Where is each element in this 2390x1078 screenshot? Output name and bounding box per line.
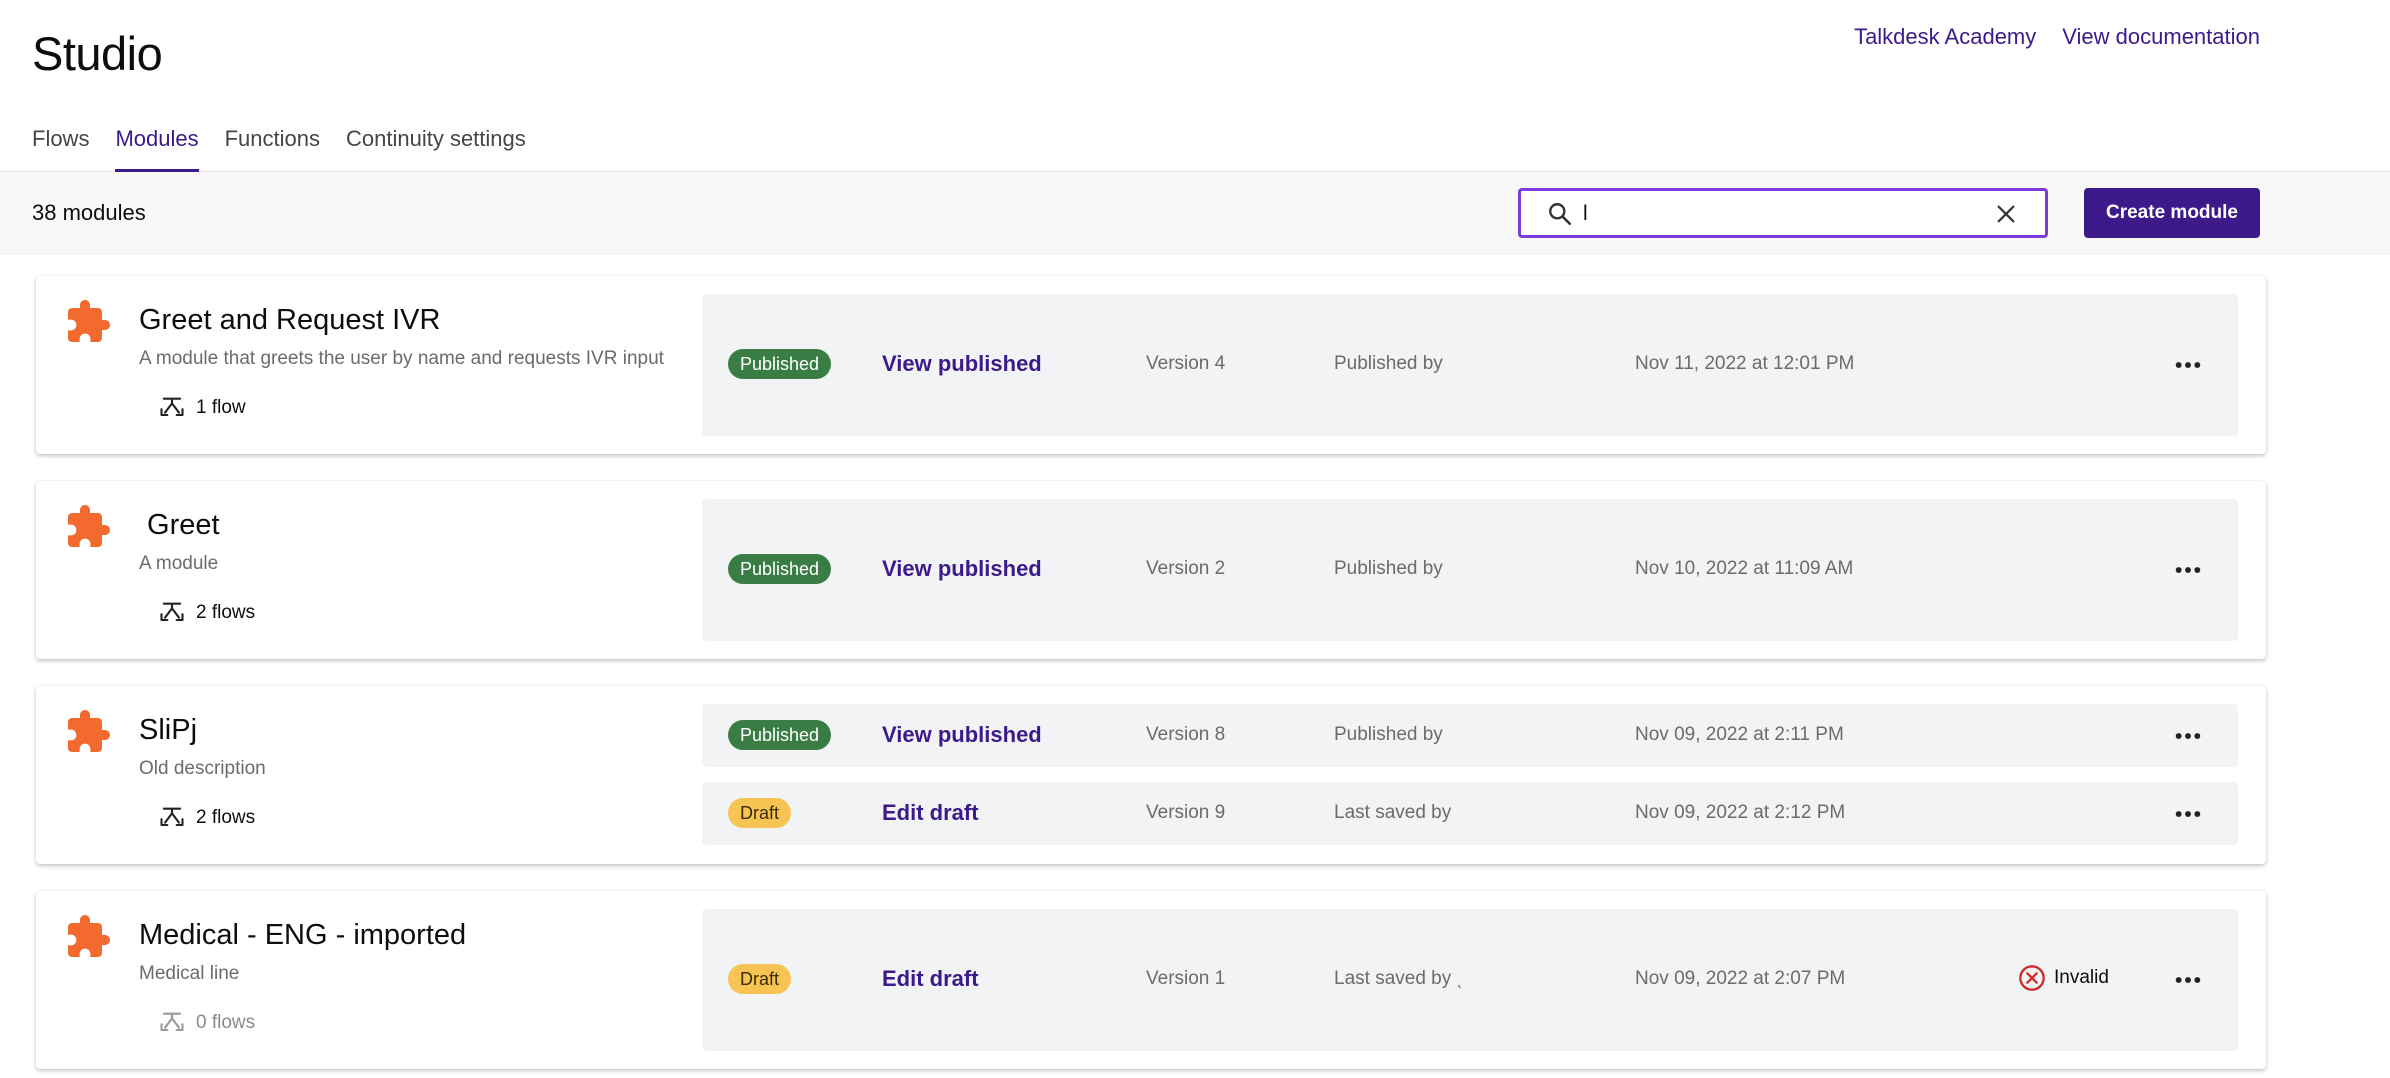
search-icon: [1549, 203, 1572, 226]
version-row: Published View published Version 2 Publi…: [702, 499, 2238, 641]
module-description: A module that greets the user by name an…: [139, 348, 664, 369]
version-number: Version 8: [1146, 724, 1226, 745]
module-description: Old description: [139, 758, 266, 779]
more-horizontal-icon[interactable]: [2172, 554, 2204, 586]
tab-bar: Flows Modules Functions Continuity setti…: [32, 122, 526, 173]
module-card: Greet A module 2 flows Published View pu…: [36, 481, 2266, 659]
flow-count: 2 flows: [158, 804, 255, 832]
invalid-label: Invalid: [2054, 967, 2109, 988]
module-name[interactable]: Greet: [139, 509, 220, 542]
close-icon[interactable]: [1995, 203, 2017, 225]
version-row: Draft Edit draft Version 9 Last saved by…: [702, 782, 2238, 845]
puzzle-icon: [68, 915, 110, 957]
module-count: 38 modules: [32, 200, 146, 225]
version-number: Version 1: [1146, 968, 1226, 989]
flow-icon: [160, 1012, 184, 1032]
version-date: Nov 09, 2022 at 2:07 PM: [1635, 968, 1846, 989]
tab-modules[interactable]: Modules: [115, 122, 199, 173]
published-by: Published by: [1334, 558, 1443, 579]
published-by: Published by: [1334, 724, 1443, 745]
version-row: Published View published Version 4 Publi…: [702, 294, 2238, 436]
more-horizontal-icon[interactable]: [2172, 798, 2204, 830]
module-card: Greet and Request IVR A module that gree…: [36, 276, 2266, 454]
flow-count: 0 flows: [158, 1009, 255, 1037]
version-row: Draft Edit draft Version 1 Last saved by…: [702, 909, 2238, 1051]
module-name[interactable]: Greet and Request IVR: [139, 304, 440, 337]
view-published-link[interactable]: View published: [882, 556, 1042, 582]
status-badge: Published: [728, 554, 832, 584]
flow-count-label: 1 flow: [196, 397, 246, 418]
module-card: SliPj Old description 2 flows Published …: [36, 686, 2266, 864]
version-date: Nov 09, 2022 at 2:11 PM: [1635, 724, 1844, 745]
module-card: Medical - ENG - imported Medical line 0 …: [36, 891, 2266, 1069]
app-title: Studio: [32, 27, 163, 80]
flow-count-label: 2 flows: [196, 807, 256, 828]
toolbar: 38 modules Create module: [0, 172, 2390, 254]
status-badge: Draft: [728, 964, 792, 994]
version-date: Nov 10, 2022 at 11:09 AM: [1635, 558, 1854, 579]
published-by: Published by: [1334, 353, 1443, 374]
status-badge: Published: [728, 720, 832, 750]
search-input[interactable]: [1583, 199, 1983, 229]
status-badge: Draft: [728, 798, 792, 828]
flow-count-label: 0 flows: [196, 1012, 256, 1033]
tab-continuity-settings[interactable]: Continuity settings: [346, 122, 526, 172]
puzzle-icon: [68, 300, 110, 342]
more-horizontal-icon[interactable]: [2172, 720, 2204, 752]
module-description: A module: [139, 553, 219, 574]
create-module-button[interactable]: Create module: [2084, 188, 2260, 238]
error-circle-icon: [2019, 965, 2045, 991]
search-box[interactable]: [1518, 188, 2048, 238]
puzzle-icon: [68, 505, 110, 547]
module-description: Medical line: [139, 963, 240, 984]
page-header: Studio Talkdesk Academy View documentati…: [0, 0, 2390, 173]
more-horizontal-icon[interactable]: [2172, 349, 2204, 381]
flow-icon: [160, 807, 184, 827]
version-date: Nov 11, 2022 at 12:01 PM: [1635, 353, 1855, 374]
academy-link[interactable]: Talkdesk Academy: [1854, 24, 2036, 50]
more-horizontal-icon[interactable]: [2172, 964, 2204, 996]
version-number: Version 2: [1146, 558, 1226, 579]
last-saved-by: Last saved by: [1334, 802, 1452, 823]
edit-draft-link[interactable]: Edit draft: [882, 800, 979, 826]
flow-icon: [160, 602, 184, 622]
top-links: Talkdesk Academy View documentation: [1854, 24, 2260, 50]
module-name[interactable]: SliPj: [139, 714, 197, 747]
tab-functions[interactable]: Functions: [225, 122, 320, 172]
view-published-link[interactable]: View published: [882, 722, 1042, 748]
tab-flows[interactable]: Flows: [32, 122, 89, 172]
flow-count: 1 flow: [158, 394, 246, 422]
last-saved-by: Last saved by ˎ: [1334, 968, 1463, 989]
status-badge: Published: [728, 349, 832, 379]
module-name[interactable]: Medical - ENG - imported: [139, 919, 466, 952]
version-number: Version 4: [1146, 353, 1226, 374]
version-date: Nov 09, 2022 at 2:12 PM: [1635, 802, 1846, 823]
version-row: Published View published Version 8 Publi…: [702, 704, 2238, 767]
puzzle-icon: [68, 710, 110, 752]
documentation-link[interactable]: View documentation: [2062, 24, 2260, 50]
flow-count: 2 flows: [158, 599, 255, 627]
flow-count-label: 2 flows: [196, 602, 256, 623]
flow-icon: [160, 397, 184, 417]
version-number: Version 9: [1146, 802, 1226, 823]
view-published-link[interactable]: View published: [882, 351, 1042, 377]
edit-draft-link[interactable]: Edit draft: [882, 966, 979, 992]
invalid-status: Invalid: [2018, 964, 2109, 992]
